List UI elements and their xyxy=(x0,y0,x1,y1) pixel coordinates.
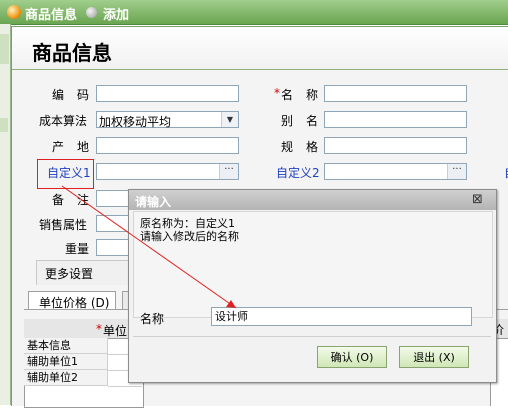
annotation-arrow xyxy=(61,185,237,309)
